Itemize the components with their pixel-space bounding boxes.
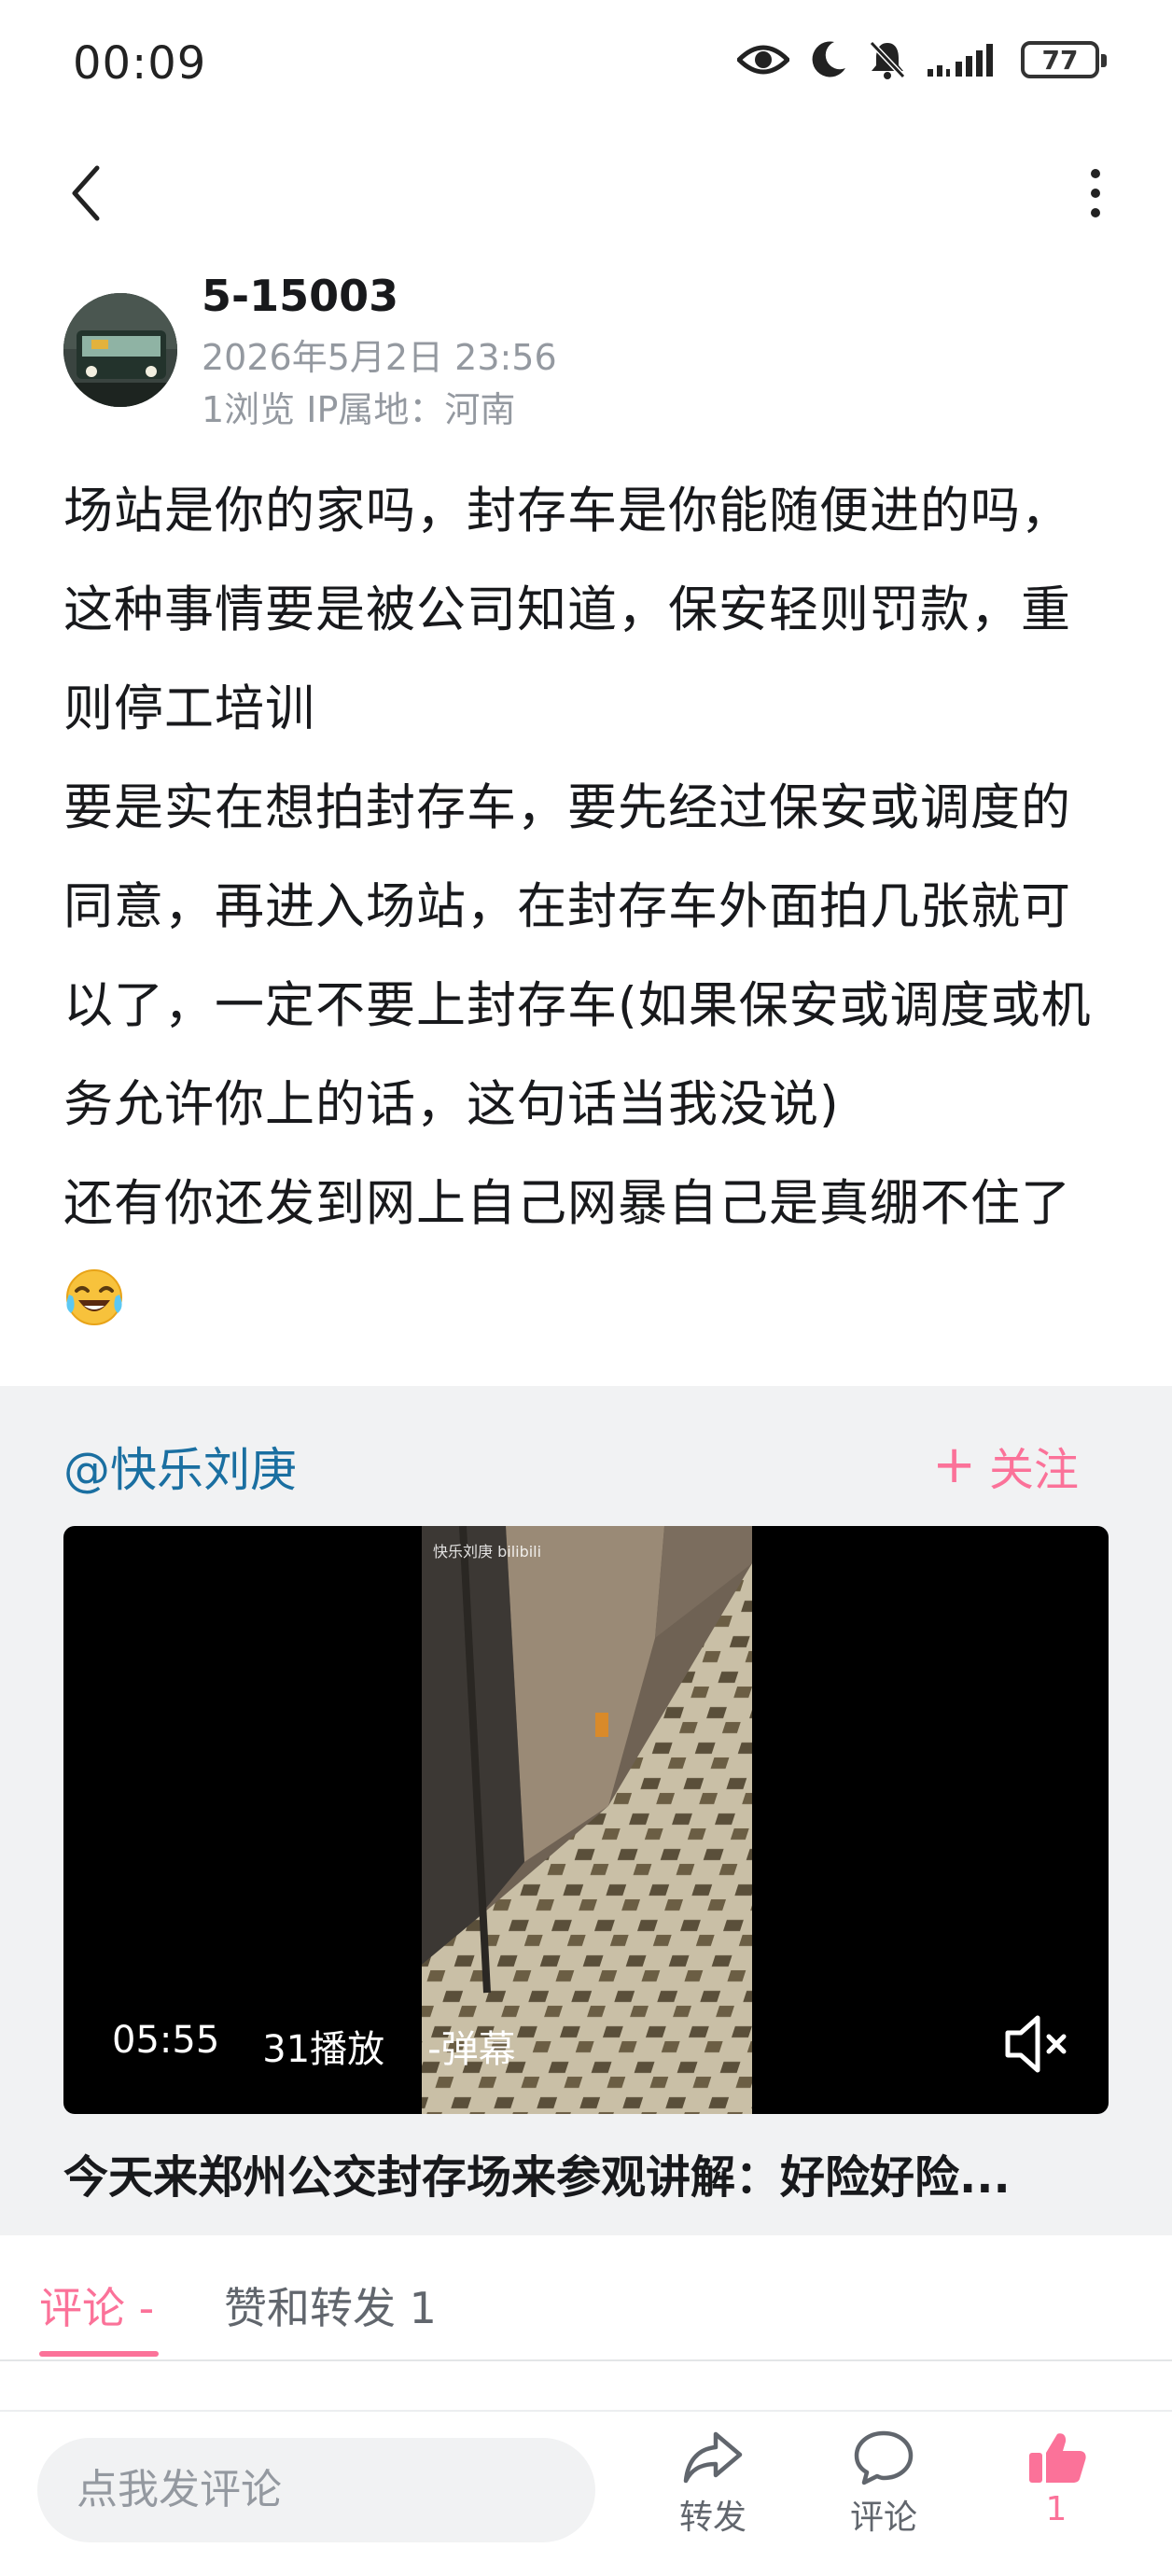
back-button[interactable] [56, 161, 121, 226]
post-time: 2026年5月2日 23:56 [202, 337, 557, 378]
post-body: 场站是你的家吗，封存车是你能随便进的吗，这种事情要是被公司知道，保安轻则罚款，重… [63, 462, 1109, 1352]
video-watermark: 快乐刘庚 bilibili [433, 1543, 542, 1561]
video-duration: 05:55 [112, 2019, 220, 2062]
mute-icon[interactable] [1000, 2007, 1075, 2081]
status-bar: 00:09 77 [0, 0, 1172, 131]
post-author: 5-15003 2026年5月2日 23:56 1浏览 IP属地：河南 [63, 261, 1109, 430]
share-icon [683, 2431, 743, 2484]
plus-icon: + [932, 1435, 976, 1495]
follow-button[interactable]: + 关注 [932, 1433, 1079, 1498]
shared-author[interactable]: @快乐刘庚 [63, 1433, 297, 1500]
comment-label: 评论 [849, 2499, 917, 2537]
detail-tabs: 评论 - 赞和转发 1 [0, 2235, 1172, 2361]
battery-icon: 77 [1021, 41, 1107, 78]
tab-active-indicator [39, 2351, 159, 2357]
video-player[interactable]: 快乐刘庚 bilibili 05:55 31播放 -弹幕 [63, 1526, 1109, 2114]
laughing-tears-emoji [63, 1263, 125, 1325]
bottom-action-bar: 点我发评论 转发 评论 1 [0, 2410, 1172, 2576]
thumbs-up-icon [1029, 2433, 1086, 2483]
like-button[interactable]: 1 [1000, 2429, 1112, 2559]
moon-icon [810, 40, 847, 79]
more-button[interactable] [1051, 161, 1116, 226]
status-icons: 77 [737, 39, 1107, 80]
video-title[interactable]: 今天来郑州公交封存场来参观讲解：好险好险... [63, 2140, 1109, 2205]
video-plays: 31播放 [262, 2028, 385, 2071]
like-count: 1 [1045, 2490, 1067, 2528]
status-time: 00:09 [73, 37, 207, 90]
shared-card[interactable]: @快乐刘庚 + 关注 快乐刘庚 bilibili 05:55 31播放 -弹幕 … [0, 1386, 1172, 2235]
eye-icon [737, 41, 789, 78]
video-danmaku: -弹幕 [427, 2028, 516, 2071]
share-label: 转发 [678, 2499, 746, 2537]
share-button[interactable]: 转发 [657, 2429, 769, 2559]
post-paragraph: 要是实在想拍封存车，要先经过保安或调度的同意，再进入场站，在封存车外面拍几张就可… [63, 779, 1092, 1133]
nav-bar [0, 140, 1172, 252]
battery-level: 77 [1041, 44, 1079, 76]
follow-label: 关注 [988, 1444, 1079, 1496]
more-vertical-icon [1091, 169, 1100, 217]
post-meta: 1浏览 IP属地：河南 [202, 389, 516, 430]
bell-off-icon [868, 39, 907, 80]
post-paragraph-text: 还有你还发到网上自己网暴自己是真绷不住了 [63, 1175, 1071, 1232]
comment-icon [854, 2430, 914, 2485]
chevron-left-icon [72, 165, 100, 221]
author-name[interactable]: 5-15003 [202, 271, 398, 321]
post-paragraph: 场站是你的家吗，封存车是你能随便进的吗，这种事情要是被公司知道，保安轻则罚款，重… [63, 483, 1071, 737]
post-paragraph: 还有你还发到网上自己网暴自己是真绷不住了 [63, 1155, 1109, 1352]
avatar[interactable] [63, 293, 177, 407]
comment-button[interactable]: 评论 [828, 2429, 940, 2559]
comment-input[interactable]: 点我发评论 [37, 2438, 595, 2542]
tab-likes-reposts[interactable]: 赞和转发 1 [224, 2275, 437, 2336]
tab-comments[interactable]: 评论 - [39, 2275, 154, 2336]
video-stats: 05:55 31播放 -弹幕 [112, 2019, 516, 2073]
signal-icon [928, 41, 1000, 78]
